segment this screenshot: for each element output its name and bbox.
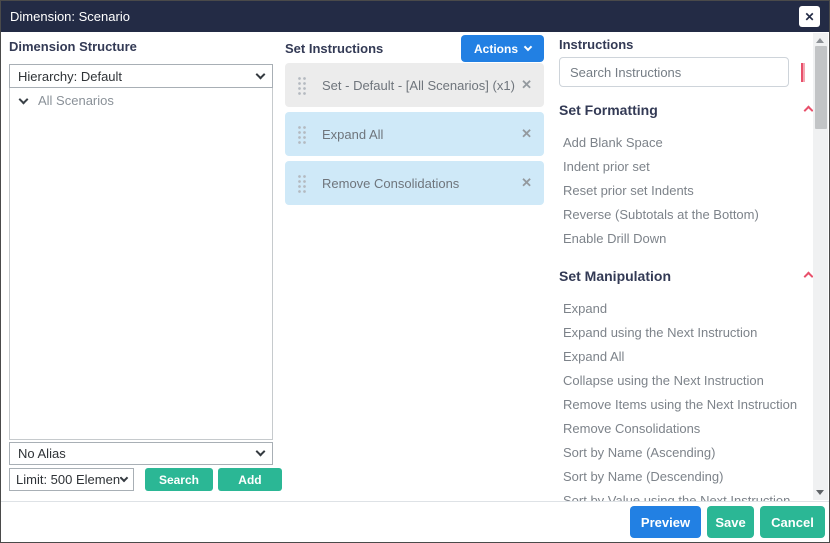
instruction-option[interactable]: Expand using the Next Instruction [559, 320, 815, 344]
instruction-option[interactable]: Enable Drill Down [559, 226, 815, 250]
dialog-footer: Preview Save Cancel [1, 501, 829, 542]
scroll-up-icon[interactable] [816, 38, 824, 43]
instruction-option[interactable]: Indent prior set [559, 154, 815, 178]
instruction-option[interactable]: Sort by Name (Descending) [559, 464, 815, 488]
remove-icon[interactable]: ✕ [521, 126, 532, 142]
dialog-body: Dimension Structure Hierarchy: Default A… [1, 32, 829, 501]
instruction-option[interactable]: Sort by Value using the Next Instruction [559, 488, 815, 502]
set-instruction-label: Set - Default - [All Scenarios] (x1) [322, 77, 515, 93]
set-instruction-label: Remove Consolidations [322, 175, 460, 191]
preview-button[interactable]: Preview [630, 506, 701, 538]
instruction-option[interactable]: Reverse (Subtotals at the Bottom) [559, 202, 815, 226]
set-instructions-panel: Set Instructions Actions Set - Default -… [282, 32, 549, 501]
set-instruction-label: Expand All [322, 126, 384, 142]
instruction-option[interactable]: Expand All [559, 344, 815, 368]
set-instruction-item[interactable]: Remove Consolidations ✕ [285, 161, 544, 205]
dimension-tree: All Scenarios [9, 88, 273, 440]
set-formatting-header-row: Set Formatting [559, 102, 815, 119]
collapse-section-icon[interactable] [803, 271, 814, 282]
remove-icon[interactable]: ✕ [521, 77, 532, 93]
vertical-scrollbar[interactable] [813, 33, 828, 500]
chevron-down-icon [119, 473, 129, 482]
hierarchy-select-value: Hierarchy: Default [18, 68, 123, 84]
instruction-option[interactable]: Add Blank Space [559, 130, 815, 154]
set-manipulation-list: Expand Expand using the Next Instruction… [559, 296, 815, 502]
dimension-structure-header: Dimension Structure [9, 39, 137, 54]
scrollbar-thumb[interactable] [814, 46, 827, 129]
search-button[interactable]: Search [145, 468, 213, 491]
scroll-down-icon[interactable] [816, 490, 824, 495]
dimension-structure-panel: Dimension Structure Hierarchy: Default A… [1, 32, 282, 501]
dialog-titlebar: Dimension: Scenario ✕ [1, 1, 829, 32]
chevron-down-icon[interactable] [18, 94, 29, 104]
actions-button-label: Actions [473, 41, 518, 56]
instruction-option[interactable]: Collapse using the Next Instruction [559, 368, 815, 392]
dialog-title: Dimension: Scenario [10, 9, 130, 24]
set-manipulation-title: Set Manipulation [559, 268, 671, 284]
instruction-option[interactable]: Expand [559, 296, 815, 320]
add-button[interactable]: Add [217, 468, 282, 491]
set-instructions-header-row: Set Instructions Actions [285, 34, 544, 63]
remove-icon[interactable]: ✕ [521, 175, 532, 191]
instruction-option[interactable]: Reset prior set Indents [559, 178, 815, 202]
set-formatting-title: Set Formatting [559, 102, 658, 118]
limit-select-value: Limit: 500 Elements [16, 472, 121, 487]
dimension-dialog: Dimension: Scenario ✕ Dimension Structur… [0, 0, 830, 543]
tree-item-label: All Scenarios [38, 93, 114, 108]
chevron-down-icon [255, 446, 266, 457]
collapse-section-icon[interactable] [803, 105, 814, 116]
tree-item-all-scenarios[interactable]: All Scenarios [10, 88, 272, 113]
chevron-down-icon [255, 69, 266, 79]
set-formatting-list: Add Blank Space Indent prior set Reset p… [559, 130, 815, 250]
drag-handle-icon[interactable] [297, 124, 307, 144]
close-button[interactable]: ✕ [799, 6, 820, 27]
chevron-down-icon [523, 42, 533, 52]
close-icon: ✕ [804, 9, 815, 24]
search-instructions-input[interactable] [559, 57, 789, 87]
chevron-up-icon [803, 63, 805, 82]
instruction-option[interactable]: Sort by Name (Ascending) [559, 440, 815, 464]
instructions-header: Instructions [559, 37, 634, 52]
set-instruction-item[interactable]: Expand All ✕ [285, 112, 544, 156]
instruction-option[interactable]: Remove Items using the Next Instruction [559, 392, 815, 416]
hierarchy-select[interactable]: Hierarchy: Default [9, 64, 273, 88]
instruction-option[interactable]: Remove Consolidations [559, 416, 815, 440]
limit-select[interactable]: Limit: 500 Elements [9, 468, 134, 491]
drag-handle-icon[interactable] [297, 173, 307, 193]
alias-select[interactable]: No Alias [9, 442, 273, 465]
search-controls-row: Limit: 500 Elements Search Add [9, 468, 282, 491]
instructions-search-row [559, 57, 815, 87]
drag-handle-icon[interactable] [297, 75, 307, 95]
set-manipulation-header-row: Set Manipulation [559, 268, 815, 285]
cancel-button[interactable]: Cancel [760, 506, 825, 538]
instructions-panel: Instructions Set Formatting Add Blank Sp… [549, 32, 829, 501]
set-instructions-header: Set Instructions [285, 40, 384, 56]
actions-button[interactable]: Actions [460, 35, 544, 62]
set-instruction-item[interactable]: Set - Default - [All Scenarios] (x1) ✕ [285, 63, 544, 107]
alias-select-value: No Alias [18, 446, 66, 461]
save-button[interactable]: Save [707, 506, 754, 538]
